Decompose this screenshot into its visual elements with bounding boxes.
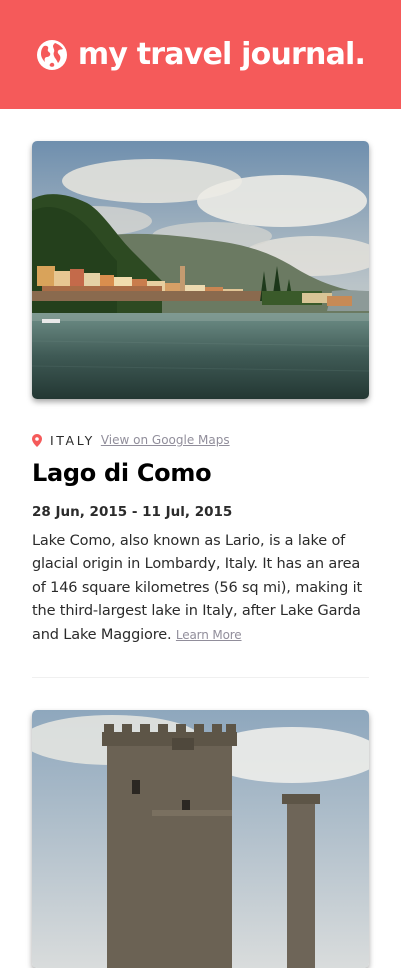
- journal-entry: [0, 710, 401, 968]
- globe-icon: [36, 39, 67, 70]
- entry-divider: [32, 677, 369, 679]
- country-label: ITALY: [50, 432, 95, 448]
- castle-tower-photo: [32, 710, 369, 968]
- entry-title: Lago di Como: [32, 459, 212, 487]
- app-header: my travel journal.: [0, 0, 401, 109]
- entry-description: Lake Como, also known as Lario, is a lak…: [32, 530, 369, 648]
- entry-dates: 28 Jun, 2015 - 11 Jul, 2015: [32, 503, 233, 520]
- entry-description-text: Lake Como, also known as Lario, is a lak…: [32, 532, 363, 643]
- journal-entries: ITALY View on Google Maps Lago di Como 2…: [0, 109, 401, 968]
- lake-como-photo: [32, 141, 369, 399]
- journal-entry: ITALY View on Google Maps Lago di Como 2…: [0, 141, 401, 647]
- location-pin-icon: [32, 433, 42, 447]
- view-on-google-maps-link[interactable]: View on Google Maps: [101, 433, 230, 447]
- location-row: ITALY View on Google Maps: [32, 432, 369, 448]
- app-title: my travel journal.: [77, 37, 366, 72]
- learn-more-link[interactable]: Learn More: [176, 628, 242, 642]
